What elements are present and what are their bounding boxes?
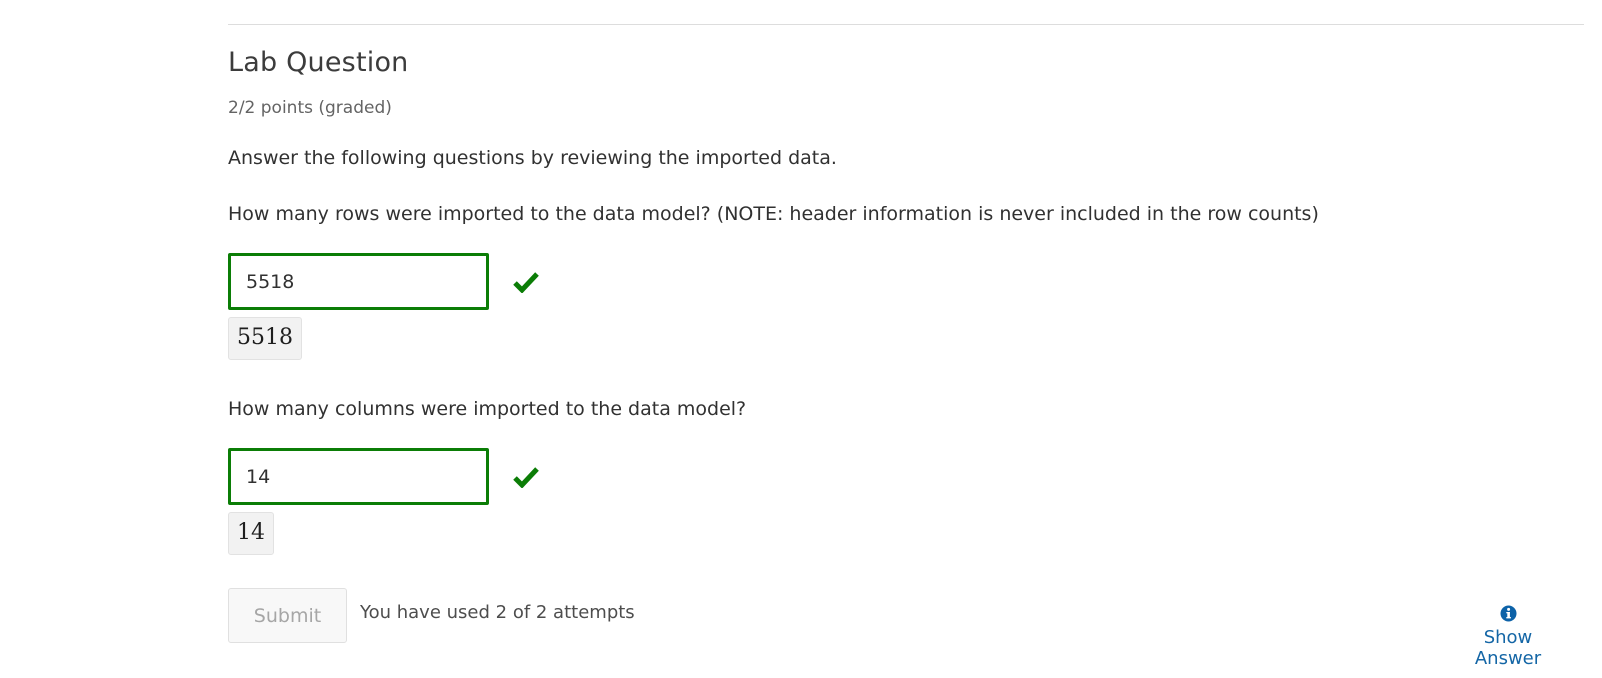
math-preview: 5518 bbox=[228, 317, 302, 360]
top-divider bbox=[228, 24, 1584, 25]
submit-button[interactable]: Submit bbox=[228, 588, 347, 643]
math-preview: 14 bbox=[228, 512, 274, 555]
answer-input[interactable] bbox=[228, 253, 489, 310]
info-circle-icon bbox=[1500, 605, 1516, 622]
attempts-text: You have used 2 of 2 attempts bbox=[360, 602, 635, 623]
answer-row bbox=[228, 253, 1584, 310]
show-answer-label: Show Answer bbox=[1474, 627, 1542, 669]
problem-actions: Submit You have used 2 of 2 attempts bbox=[228, 588, 635, 643]
problem-container: Lab Question 2/2 points (graded) Answer … bbox=[228, 44, 1584, 555]
answer-row bbox=[228, 448, 1584, 505]
points-status: 2/2 points (graded) bbox=[228, 98, 392, 118]
show-answer-button[interactable]: Show Answer bbox=[1452, 605, 1564, 669]
answer-input[interactable] bbox=[228, 448, 489, 505]
checkmark-icon bbox=[513, 466, 539, 488]
problem-intro: Answer the following questions by review… bbox=[228, 147, 837, 169]
checkmark-icon bbox=[513, 271, 539, 293]
question-prompt: How many columns were imported to the da… bbox=[228, 398, 747, 420]
question-prompt: How many rows were imported to the data … bbox=[228, 203, 1319, 225]
problem-title: Lab Question bbox=[228, 47, 409, 78]
